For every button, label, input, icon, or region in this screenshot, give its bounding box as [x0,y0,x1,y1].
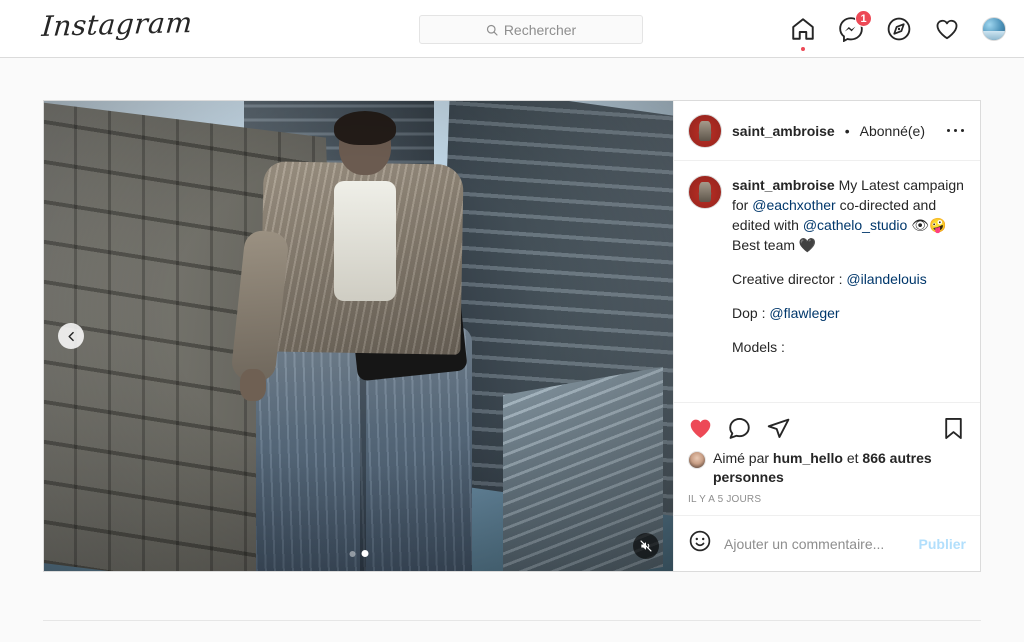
caption-eye-emoji: 👁 [911,217,930,233]
more-options-icon[interactable] [945,123,967,139]
activity-heart-icon[interactable] [934,16,960,42]
carousel-prev-button[interactable] [58,323,84,349]
search-input[interactable]: Rechercher [419,15,643,44]
post-header-separator: • [844,122,850,139]
caption-credit-models: Models : [732,339,785,355]
follow-state-label[interactable]: Abonné(e) [860,123,925,139]
post-author-avatar[interactable] [688,113,722,148]
home-unread-dot [801,47,805,51]
post-timestamp: IL Y A 5 JOURS [688,494,762,505]
top-navbar: Instagram Rechercher 1 [0,0,1024,58]
chevron-left-icon [67,331,74,341]
post-author-username[interactable]: saint_ambroise [732,123,835,139]
bookmark-icon[interactable] [941,416,966,441]
caption-mention-flawleger[interactable]: @flawleger [769,305,839,321]
search-placeholder-text: Rechercher [503,21,577,38]
share-paper-plane-icon[interactable] [766,416,791,441]
profile-avatar[interactable] [982,17,1006,41]
liked-by-row: Aimé par hum_hello et 866 autres personn… [688,449,966,487]
nav-icon-group: 1 [790,0,1016,58]
caption-best-team: Best team [732,237,799,253]
messenger-badge-count: 1 [855,10,872,27]
explore-compass-icon[interactable] [886,16,912,42]
post-media[interactable] [44,101,673,571]
caption-author-avatar[interactable] [688,175,722,209]
photo-vignette [44,101,673,571]
publish-comment-button[interactable]: Publier [919,536,966,552]
post-photo [44,101,673,571]
caption-mention-eachxother[interactable]: @eachxother [752,197,835,213]
messenger-icon[interactable]: 1 [838,10,872,43]
liked-by-text: Aimé par hum_hello et 866 autres personn… [713,449,966,487]
liker-username[interactable]: hum_hello [773,450,843,466]
caption-zany-emoji: 🤪 [929,217,947,233]
instagram-logo[interactable]: Instagram [41,6,194,43]
carousel-dot-active[interactable] [361,550,368,557]
dop-label: Dop : [732,305,770,321]
page-divider [43,620,981,621]
carousel-dot[interactable] [349,550,355,557]
liked-by-prefix: Aimé par [713,450,773,466]
carousel-dots [349,550,368,557]
caption-credit-dop: Dop : @flawleger [732,303,966,323]
post-header: saint_ambroise • Abonné(e) [674,101,980,161]
emoji-smiley-icon[interactable] [688,529,712,558]
comment-input[interactable] [724,535,907,552]
liker-avatar[interactable] [688,451,706,469]
caption-text: saint_ambroise My Latest campaign for @e… [732,175,966,396]
post-card: saint_ambroise • Abonné(e) saint_ambrois… [43,100,981,572]
post-sidebar: saint_ambroise • Abonné(e) saint_ambrois… [673,101,980,571]
caption-black-heart-emoji: 🖤 [798,237,817,253]
comment-bubble-icon[interactable] [727,416,752,441]
mute-speaker-icon [640,540,652,552]
creative-director-label: Creative director : [732,271,847,287]
search-icon [486,24,498,36]
comment-bar: Publier [674,515,980,571]
post-actions: Aimé par hum_hello et 866 autres personn… [674,402,980,515]
caption-mention-cathelo[interactable]: @cathelo_studio [803,217,908,233]
action-icon-row [688,411,966,445]
caption-author-username[interactable]: saint_ambroise [732,177,835,193]
home-icon[interactable] [790,16,816,51]
post-caption-area: saint_ambroise My Latest campaign for @e… [674,161,980,402]
heart-filled-icon[interactable] [688,416,713,441]
caption-mention-ilandelouis[interactable]: @ilandelouis [846,271,926,287]
liked-by-middle: et [842,450,863,466]
mute-toggle-button[interactable] [633,533,659,559]
caption-credit-creative-director: Creative director : @ilandelouis [732,269,966,289]
